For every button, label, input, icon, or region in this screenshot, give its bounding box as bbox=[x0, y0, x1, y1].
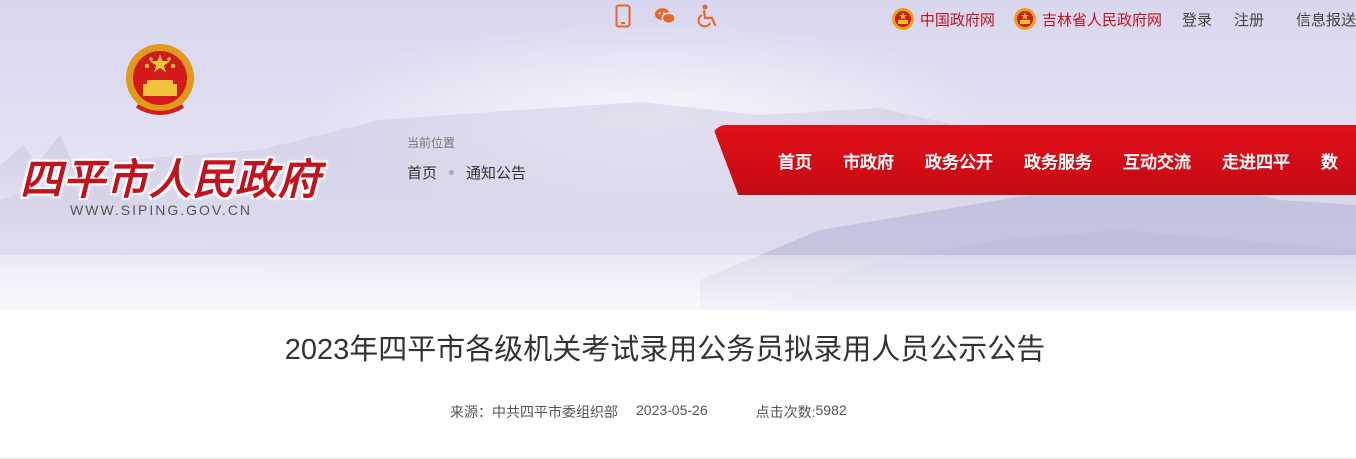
mobile-icon[interactable] bbox=[612, 4, 634, 28]
nav-item-city-government[interactable]: 市政府 bbox=[843, 148, 894, 173]
nav-item-public-affairs[interactable]: 政务公开 bbox=[925, 148, 993, 173]
gov-link-label: 中国政府网 bbox=[919, 11, 995, 29]
register-link[interactable]: 注册 bbox=[1234, 9, 1264, 30]
top-icons bbox=[612, 4, 718, 28]
main-nav: 首页 市政府 政务公开 政务服务 互动交流 走进四平 数 bbox=[778, 125, 1356, 195]
hits-label: 点击次数: bbox=[755, 404, 816, 420]
national-emblem-logo[interactable] bbox=[123, 40, 197, 120]
gov-link-label: 吉林省人民政府网 bbox=[1041, 11, 1162, 29]
page: 中国政府网 吉林省人民政府网 登录 注册 信息报送 四平市人民政府 WWW.SI… bbox=[0, 0, 1356, 459]
breadcrumb-home[interactable]: 首页 bbox=[407, 162, 437, 183]
nav-item-about-siping[interactable]: 走进四平 bbox=[1222, 148, 1290, 173]
nav-item-government-services[interactable]: 政务服务 bbox=[1024, 148, 1092, 173]
article-source: 中共四平市委组织部 bbox=[492, 404, 618, 420]
china-gov-link[interactable]: 中国政府网 bbox=[891, 7, 995, 31]
breadcrumb-separator bbox=[449, 170, 455, 175]
jilin-gov-link[interactable]: 吉林省人民政府网 bbox=[1013, 7, 1162, 31]
article-date: 2023-05-26 bbox=[636, 402, 708, 418]
nav-item-interaction[interactable]: 互动交流 bbox=[1123, 148, 1191, 173]
national-emblem-icon bbox=[891, 8, 914, 30]
hits-count: 5982 bbox=[815, 402, 847, 418]
breadcrumb-notice[interactable]: 通知公告 bbox=[466, 162, 526, 183]
login-link[interactable]: 登录 bbox=[1182, 9, 1212, 30]
source-label: 来源： bbox=[450, 404, 492, 420]
top-links: 中国政府网 吉林省人民政府网 登录 注册 信息报送 bbox=[891, 6, 1356, 32]
article-title: 2023年四平市各级机关考试录用公务员拟录用人员公示公告 bbox=[284, 334, 1046, 366]
site-url: WWW.SIPING.GOV.CN bbox=[70, 202, 253, 218]
nav-item-home[interactable]: 首页 bbox=[778, 148, 812, 173]
article-meta: 来源： 中共四平市委组织部 2023-05-26 点击次数: 5982 bbox=[450, 402, 847, 422]
accessibility-icon[interactable] bbox=[696, 4, 718, 28]
breadcrumb: 首页 通知公告 bbox=[407, 162, 526, 183]
national-emblem-icon bbox=[1013, 8, 1036, 30]
report-link[interactable]: 信息报送 bbox=[1296, 9, 1356, 30]
breadcrumb-label: 当前位置 bbox=[407, 136, 456, 150]
site-title-logo[interactable]: 四平市人民政府 bbox=[20, 146, 321, 207]
nav-item-data[interactable]: 数 bbox=[1321, 148, 1338, 173]
wechat-icon[interactable] bbox=[654, 4, 676, 28]
